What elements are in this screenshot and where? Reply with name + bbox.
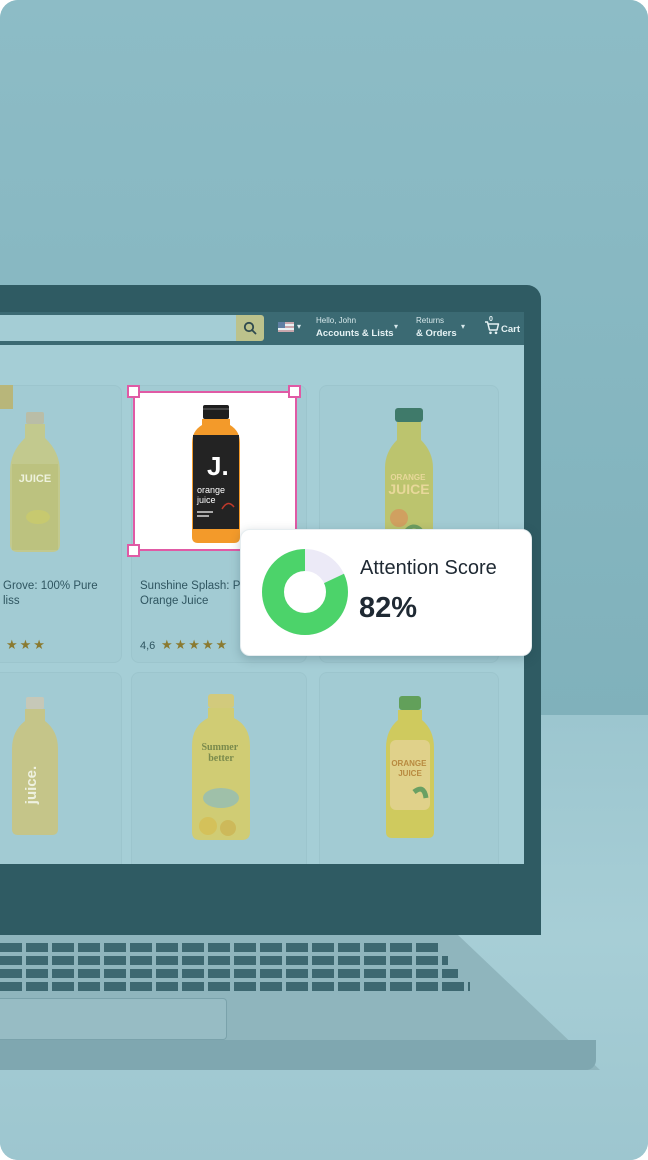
- rating-stars: ★★★★★: [161, 637, 230, 652]
- bottle-label-line: JUICE: [388, 481, 429, 497]
- cart-count: 0: [489, 316, 493, 323]
- trackpad: [0, 998, 227, 1040]
- search-button[interactable]: [236, 315, 264, 341]
- cart-label: Cart: [501, 324, 521, 335]
- bottle-label-line: juice: [196, 495, 216, 505]
- bottle-label-line: orange: [197, 485, 225, 495]
- bottle-label-line: JUICE: [398, 769, 422, 778]
- us-flag-icon[interactable]: [278, 322, 294, 332]
- greeting-text: Hello, John: [316, 316, 357, 325]
- keyboard-row: [0, 982, 470, 991]
- returns-text: Returns: [416, 316, 445, 325]
- rating-value: 4,6: [140, 640, 156, 652]
- bottle-label-text: juice.: [23, 766, 40, 805]
- selection-handle-top-left[interactable]: [127, 385, 140, 398]
- attention-donut-chart: [262, 549, 348, 635]
- product-title[interactable]: Sunshine Splash: P Orange Juice: [140, 579, 240, 609]
- selection-handle-bottom-left[interactable]: [127, 544, 140, 557]
- orange-juice-bottle-image: ORANGE JUICE: [386, 696, 434, 838]
- cart-button[interactable]: 0 Cart: [484, 316, 521, 335]
- bottle-label-line: ORANGE: [391, 759, 427, 768]
- chevron-down-icon: ▾: [394, 322, 399, 331]
- bottle-label-text: JUICE: [19, 473, 51, 485]
- juice-bottle-image: JUICE: [10, 412, 60, 552]
- accounts-lists-link[interactable]: Accounts & Lists: [316, 328, 394, 339]
- rating-stars: ★★★: [6, 637, 47, 652]
- search-icon: [243, 321, 257, 335]
- keyboard-row: [0, 969, 458, 978]
- brand-logo-text: J.: [207, 451, 229, 481]
- chevron-down-icon: ▾: [461, 322, 466, 331]
- bottle-label-line: better: [208, 753, 234, 764]
- attention-score-card: Attention Score 82%: [240, 529, 532, 656]
- orders-link[interactable]: & Orders: [416, 328, 457, 339]
- selected-product-card[interactable]: J. orange juice: [133, 391, 297, 551]
- selection-handle-top-right[interactable]: [288, 385, 301, 398]
- store-header: ▾ Hello, John Accounts & Lists ▾ Returns…: [0, 312, 524, 345]
- chevron-down-icon: ▾: [297, 322, 302, 331]
- deal-badge: [0, 385, 13, 409]
- keyboard-row: [0, 956, 448, 965]
- svg-text:ORANGE JUICE: ORANGE JUICE: [388, 473, 429, 497]
- attention-score-value: 82%: [359, 592, 418, 624]
- attention-score-label: Attention Score: [360, 557, 497, 579]
- j-orange-juice-bottle-image: J. orange juice: [192, 405, 240, 543]
- product-title[interactable]: Grove: 100% Pure liss: [3, 579, 98, 609]
- hero-image: ▾ Hello, John Accounts & Lists ▾ Returns…: [0, 0, 648, 1160]
- laptop-base-edge: [0, 1040, 596, 1070]
- search-input[interactable]: [0, 315, 236, 341]
- bottle-label-line: Summer: [202, 742, 239, 753]
- juice-dot-bottle-image: juice.: [12, 697, 58, 835]
- summer-better-bottle-image: Summer better: [192, 694, 250, 840]
- keyboard-row: [0, 943, 438, 952]
